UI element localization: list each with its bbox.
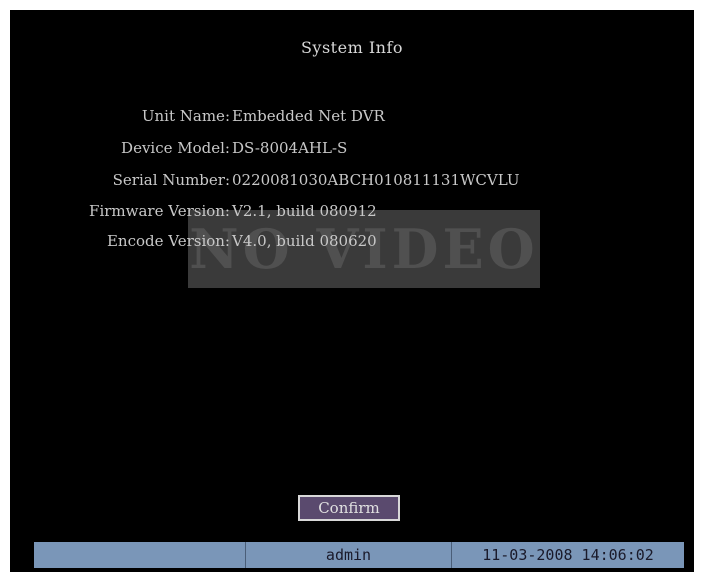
status-datetime: 11-03-2008 14:06:02 [452, 542, 684, 568]
firmware-version-row: Firmware Version: V2.1, build 080912 [10, 202, 670, 226]
device-model-value: DS-8004AHL-S [232, 139, 348, 157]
unit-name-label: Unit Name: [141, 107, 230, 125]
encode-version-label: Encode Version: [106, 232, 230, 250]
encode-version-row: Encode Version: V4.0, build 080620 [10, 232, 670, 256]
dialog-title: System Info [300, 38, 404, 57]
firmware-version-value: V2.1, build 080912 [232, 202, 377, 220]
encode-version-value: V4.0, build 080620 [232, 232, 377, 250]
serial-number-value: 0220081030ABCH010811131WCVLU [232, 171, 520, 189]
firmware-version-label: Firmware Version: [89, 202, 230, 220]
status-cell-empty [34, 542, 246, 568]
serial-number-label: Serial Number: [112, 171, 230, 189]
serial-number-row: Serial Number: 0220081030ABCH010811131WC… [10, 171, 670, 195]
unit-name-value: Embedded Net DVR [232, 107, 385, 125]
device-model-label: Device Model: [121, 139, 230, 157]
dvr-screen: NO VIDEO System Info Unit Name: Embedded… [10, 10, 694, 572]
confirm-button[interactable]: Confirm [298, 495, 400, 521]
status-bar: admin 11-03-2008 14:06:02 [34, 542, 684, 568]
status-user: admin [246, 542, 452, 568]
unit-name-row: Unit Name: Embedded Net DVR [10, 107, 670, 131]
device-model-row: Device Model: DS-8004AHL-S [10, 139, 670, 163]
